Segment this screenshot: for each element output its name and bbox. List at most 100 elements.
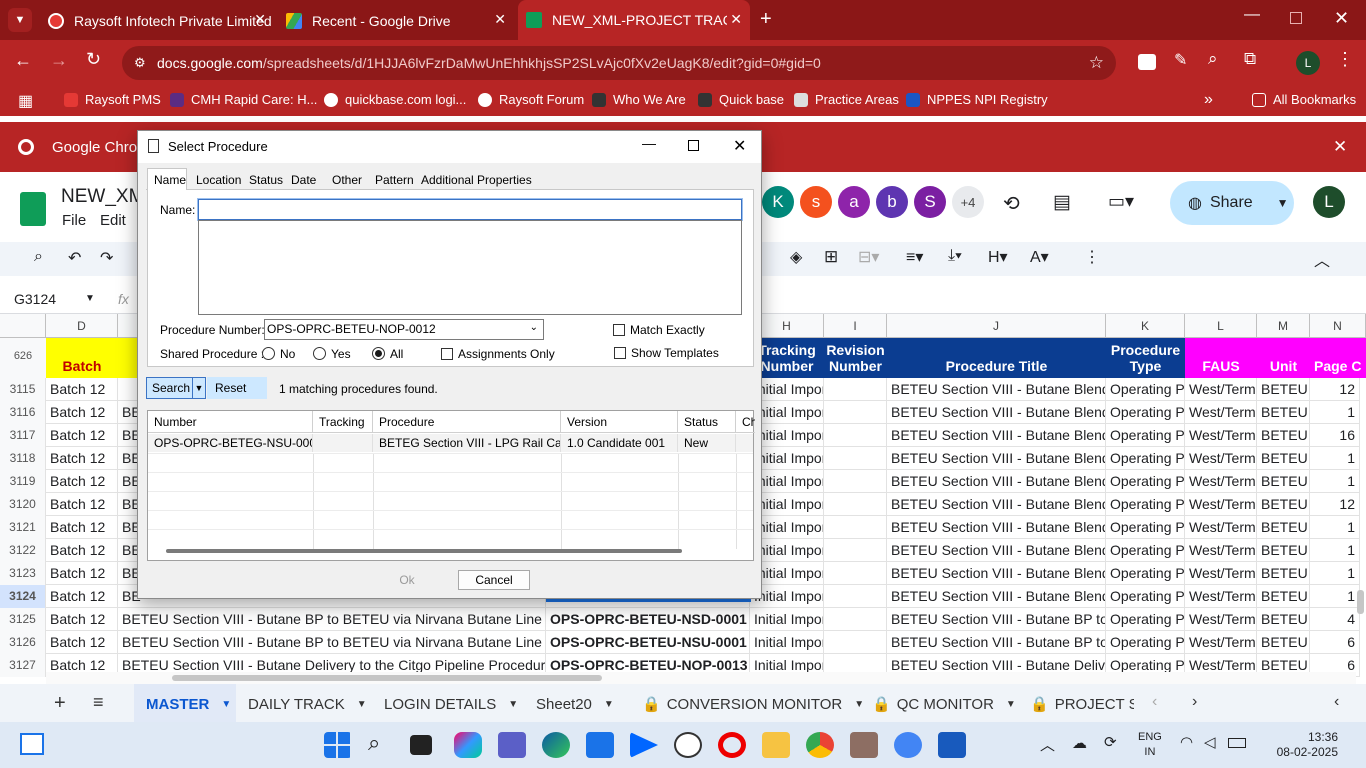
dell-icon[interactable] <box>674 732 702 758</box>
cell-pages[interactable]: 1 <box>1310 516 1360 539</box>
shared-radio-all[interactable]: All <box>372 347 403 361</box>
chevron-down-icon[interactable]: ⌄ <box>530 322 538 333</box>
volume-icon[interactable]: ◁ <box>1204 733 1216 751</box>
row-number[interactable]: 626 <box>0 338 46 378</box>
results-row[interactable]: OPS-OPRC-BETEG-NSU-0002 BETEG Section VI… <box>148 434 753 452</box>
wrap-icon[interactable]: H▾ <box>988 247 1008 267</box>
assignments-only-checkbox[interactable]: Assignments Only <box>441 347 555 361</box>
cell-procedure-type[interactable]: Operating Pr <box>1106 585 1185 608</box>
collaborator-avatar[interactable]: b <box>876 186 908 218</box>
cell-procedure-title[interactable]: BETEU Section VIII - Butane Blending <box>887 401 1106 424</box>
cell-procedure-type[interactable]: Operating Pr <box>1106 470 1185 493</box>
browser-tab-sheet[interactable]: NEW_XML-PROJECT TRACKING ✕ <box>518 0 750 40</box>
scrollbar-thumb[interactable] <box>172 675 602 681</box>
row-number[interactable]: 3125 <box>0 608 46 631</box>
cell-pages[interactable]: 6 <box>1310 631 1360 654</box>
bookmark-item[interactable]: CMH Rapid Care: H... <box>170 92 317 107</box>
profile-avatar[interactable]: L <box>1296 51 1320 75</box>
opera-icon[interactable] <box>718 732 746 758</box>
chrome-icon[interactable] <box>806 732 834 758</box>
cell-unit[interactable]: BETEU <box>1257 470 1310 493</box>
widgets-icon[interactable] <box>20 733 44 755</box>
results-col-tracking[interactable]: Tracking <box>313 411 373 433</box>
rotate-icon[interactable]: A▾ <box>1030 247 1049 267</box>
sheet-tab-menu-icon[interactable]: ▼ <box>604 699 614 710</box>
cell-revision[interactable] <box>824 516 887 539</box>
cell-revision[interactable] <box>824 493 887 516</box>
cell-procedure-type[interactable]: Operating Pr <box>1106 562 1185 585</box>
cell-unit[interactable]: BETEU <box>1257 447 1310 470</box>
column-header-m[interactable]: M <box>1257 314 1310 338</box>
name-results-list[interactable] <box>198 220 742 315</box>
header-e[interactable] <box>118 338 138 378</box>
column-header-j[interactable]: J <box>887 314 1106 338</box>
show-hidden-icons[interactable]: ︿ <box>1040 734 1055 755</box>
column-header-k[interactable]: K <box>1106 314 1185 338</box>
start-icon[interactable] <box>324 732 352 758</box>
results-horizontal-scrollbar[interactable] <box>166 549 682 553</box>
cell-faus[interactable]: West/Termi <box>1185 378 1257 401</box>
file-explorer-icon[interactable] <box>762 732 790 758</box>
more-bookmarks-icon[interactable]: » <box>1204 91 1213 109</box>
app-icon[interactable] <box>850 732 878 758</box>
pen-icon[interactable]: ✎ <box>1174 50 1187 70</box>
row-number[interactable]: 3122 <box>0 539 46 562</box>
results-col-number[interactable]: Number <box>148 411 313 433</box>
cell-pages[interactable]: 12 <box>1310 493 1360 516</box>
cell-revision[interactable] <box>824 401 887 424</box>
bookmark-item[interactable]: NPPES NPI Registry <box>906 92 1048 107</box>
results-col-status[interactable]: Status <box>678 411 736 433</box>
cell-unit[interactable]: BETEU <box>1257 562 1310 585</box>
cell-batch[interactable]: Batch 12 <box>46 470 118 493</box>
sheet-tab-menu-icon[interactable]: ▼ <box>1006 699 1016 710</box>
apps-grid-icon[interactable]: ▦ <box>18 91 33 111</box>
bookmark-item[interactable]: quickbase.com logi... <box>324 92 466 107</box>
cell-unit[interactable]: BETEU <box>1257 424 1310 447</box>
tab-other[interactable]: Other <box>332 173 362 187</box>
cell-revision[interactable] <box>824 562 887 585</box>
cell-revision[interactable] <box>824 585 887 608</box>
extension-icon[interactable] <box>1138 54 1156 70</box>
header-revision-number[interactable]: Revision Number <box>824 338 887 378</box>
cell-batch[interactable]: Batch 12 <box>46 424 118 447</box>
sheet-tab-project[interactable]: 🔒 PROJECT SU <box>1030 684 1134 724</box>
tab-additional-properties[interactable]: Additional Properties <box>421 173 532 187</box>
sheets-logo-icon[interactable] <box>20 192 46 226</box>
scroll-tabs-right-icon[interactable]: › <box>1192 693 1197 711</box>
bookmark-star-icon[interactable]: ☆ <box>1089 53 1104 73</box>
cell-procedure-type[interactable]: Operating Pr <box>1106 401 1185 424</box>
header-procedure-type[interactable]: Procedure Type <box>1106 338 1185 378</box>
cell-procedure-title[interactable]: BETEU Section VIII - Butane BP to BE <box>887 608 1106 631</box>
name-input[interactable] <box>198 199 742 220</box>
cell-pages[interactable]: 4 <box>1310 608 1360 631</box>
select-all-corner[interactable] <box>0 314 46 338</box>
cancel-button[interactable]: Cancel <box>458 570 530 590</box>
cell-faus[interactable]: West/Termi <box>1185 516 1257 539</box>
cell-batch[interactable]: Batch 12 <box>46 562 118 585</box>
row-number[interactable]: 3121 <box>0 516 46 539</box>
share-dropdown-icon[interactable]: ▼ <box>1277 196 1289 210</box>
cell-revision[interactable] <box>824 424 887 447</box>
header-unit[interactable]: Unit <box>1257 338 1310 378</box>
cell-procedure-number[interactable]: OPS-OPRC-BETEU-NSU-0001 <box>546 631 750 654</box>
cell-description[interactable]: BETEU Section VIII - Butane BP to BETEU … <box>118 608 546 631</box>
cell-pages[interactable]: 1 <box>1310 447 1360 470</box>
extensions-puzzle-icon[interactable]: ⧉ <box>1244 49 1256 69</box>
ok-button[interactable]: Ok <box>371 570 443 590</box>
close-tab-icon[interactable]: ✕ <box>254 11 266 28</box>
cell-faus[interactable]: West/Termi <box>1185 493 1257 516</box>
cell-procedure-title[interactable]: BETEU Section VIII - Butane Blending <box>887 447 1106 470</box>
fill-color-icon[interactable]: ◈ <box>790 247 802 267</box>
cell-batch[interactable]: Batch 12 <box>46 631 118 654</box>
version-history-icon[interactable]: ⟲ <box>1003 191 1020 216</box>
collaborator-avatar[interactable]: K <box>762 186 794 218</box>
sheet-tab-menu-icon[interactable]: ▼ <box>508 699 518 710</box>
cell-revision[interactable] <box>824 447 887 470</box>
all-bookmarks[interactable]: All Bookmarks <box>1252 92 1356 107</box>
copilot-icon[interactable] <box>454 732 482 758</box>
close-window-icon[interactable]: ✕ <box>1334 8 1349 29</box>
cell-procedure-type[interactable]: Operating Pr <box>1106 539 1185 562</box>
cell-procedure-title[interactable]: BETEU Section VIII - Butane Blending <box>887 470 1106 493</box>
cell-procedure-title[interactable]: BETEU Section VIII - Butane Blending <box>887 424 1106 447</box>
search-dropdown-icon[interactable]: ▼ <box>192 377 206 399</box>
